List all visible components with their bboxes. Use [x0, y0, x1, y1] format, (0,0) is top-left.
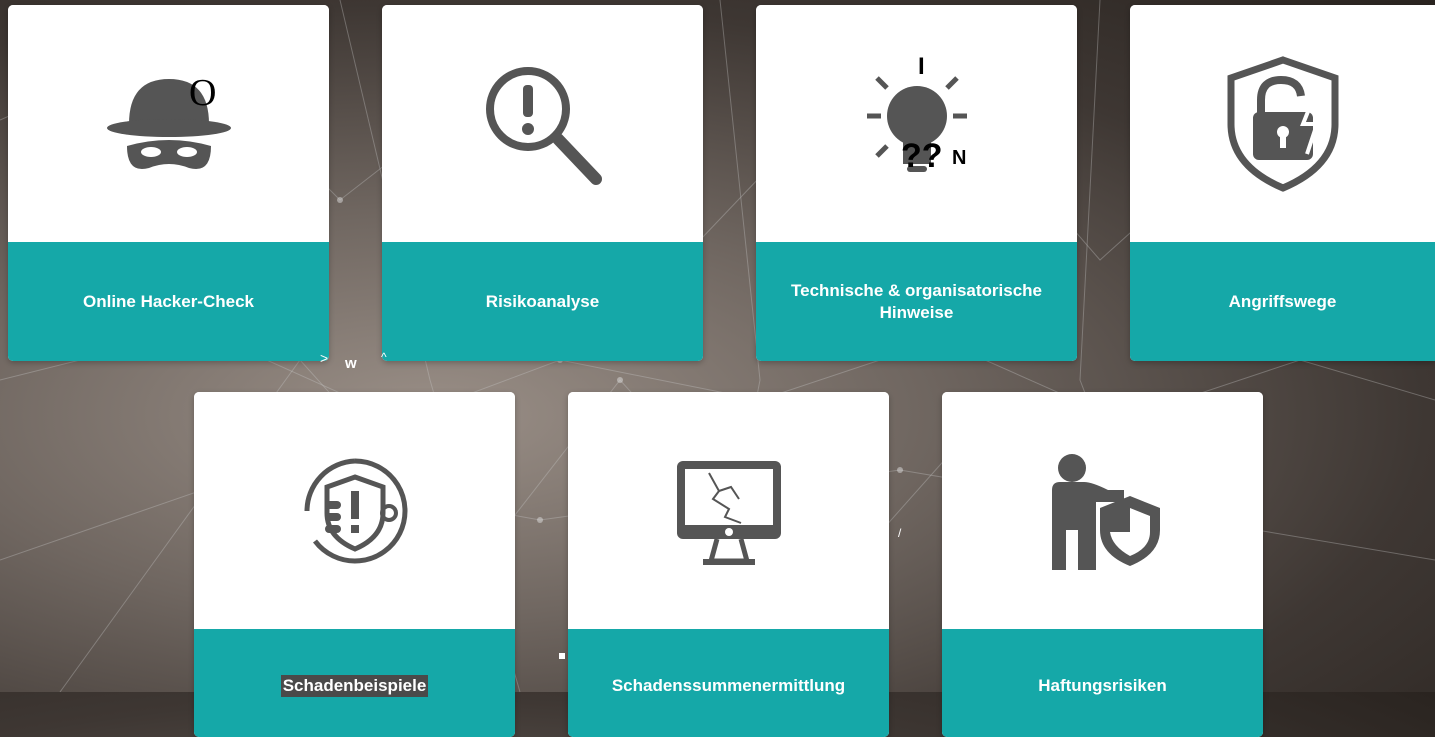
stray-w: w — [345, 355, 357, 372]
card-schadenbeispiele[interactable]: Schadenbeispiele — [194, 392, 515, 737]
card-label-text: Schadenbeispiele — [280, 675, 429, 697]
spy-icon — [106, 78, 231, 169]
overlay-letter-n: N — [952, 147, 967, 169]
overlay-letter-top: I — [918, 53, 925, 80]
stray-caret: ^ — [381, 350, 387, 364]
overlay-letter: O — [189, 72, 217, 114]
card-icon-area: I ?? N — [756, 5, 1077, 242]
card-label: Technische & organisatorische Hinweise — [756, 242, 1077, 361]
card-label: Risikoanalyse — [382, 242, 703, 361]
card-technische-organisatorische-hinweise[interactable]: I ?? N Technische & organisatorische Hin… — [756, 5, 1077, 361]
card-label: Haftungsrisiken — [942, 629, 1263, 737]
card-schadenssummenermittlung[interactable]: Schadenssummenermittlung — [568, 392, 889, 737]
card-angriffswege[interactable]: Angriffswege — [1130, 5, 1435, 361]
card-haftungsrisiken[interactable]: Haftungsrisiken — [942, 392, 1263, 737]
card-icon-area — [194, 392, 515, 629]
card-label: Schadenssummenermittlung — [568, 629, 889, 737]
shield-lock-icon — [1227, 55, 1338, 192]
magnifier-alert-icon — [485, 66, 602, 185]
card-online-hacker-check[interactable]: O Online Hacker-Check — [8, 5, 329, 361]
stray-dot — [559, 653, 565, 659]
broken-monitor-icon — [676, 460, 781, 565]
overlay-question-marks: ?? — [901, 137, 943, 175]
card-icon-area — [1130, 5, 1435, 242]
hand-shield-icon — [303, 458, 407, 563]
stray-gt: > — [320, 350, 329, 366]
card-icon-area — [382, 5, 703, 242]
card-icon-area: O — [8, 5, 329, 242]
card-icon-area — [942, 392, 1263, 629]
card-risikoanalyse[interactable]: Risikoanalyse — [382, 5, 703, 361]
person-shield-icon — [1051, 453, 1160, 570]
card-label: Angriffswege — [1130, 242, 1435, 361]
card-label: Online Hacker-Check — [8, 242, 329, 361]
card-label: Schadenbeispiele — [194, 629, 515, 737]
stray-slash: / — [898, 526, 902, 540]
card-icon-area — [568, 392, 889, 629]
